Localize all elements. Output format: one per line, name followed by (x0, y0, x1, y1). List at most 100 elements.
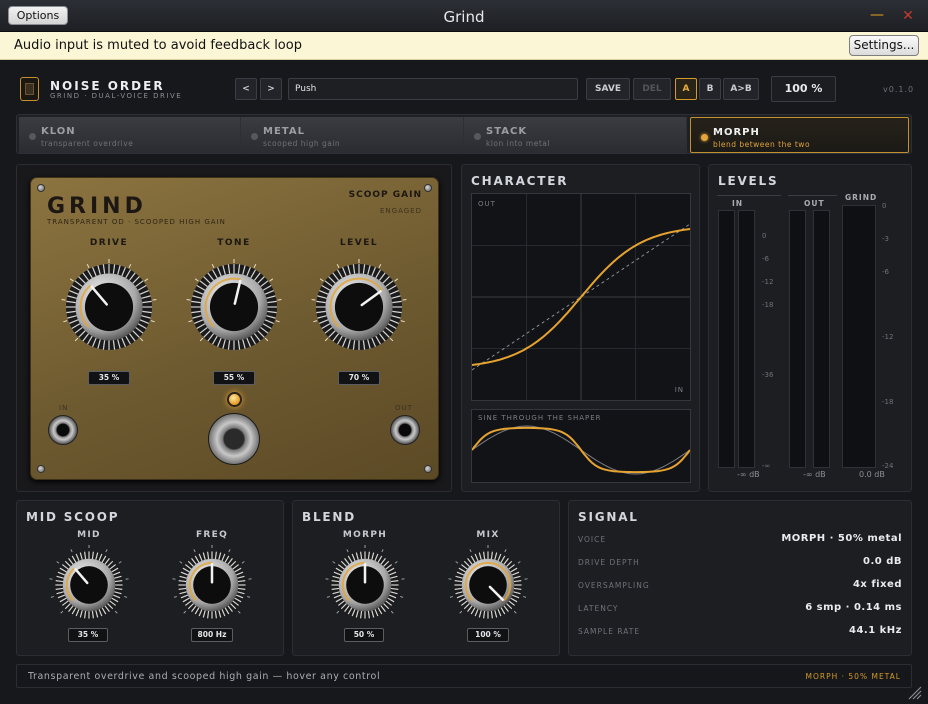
voice-state: MORPH · 50% METAL (805, 672, 901, 681)
voice-tab-morph[interactable]: MORPH blend between the two (690, 117, 909, 153)
signal-panel: SIGNAL VOICE MORPH · 50% metal DRIVE DEP… (568, 500, 912, 656)
out-meter-label: OUT (804, 199, 825, 208)
signal-key: VOICE (578, 535, 607, 544)
knob-dial (325, 545, 405, 619)
character-title: CHARACTER (471, 174, 569, 188)
blend-title: BLEND (302, 510, 356, 524)
voice-dot-icon (474, 133, 481, 140)
mix-value: 100 % (467, 628, 509, 642)
out-level-readout: -∞ dB (803, 470, 826, 479)
mid-knob[interactable] (47, 543, 131, 631)
mute-notice-bar: Audio input is muted to avoid feedback l… (0, 32, 928, 60)
levels-title: LEVELS (718, 174, 779, 188)
close-icon[interactable]: ✕ (900, 8, 916, 24)
voice-tab-klon[interactable]: KLON transparent overdrive (19, 117, 241, 153)
signal-row-latency: LATENCY 6 smp · 0.14 ms (578, 601, 902, 617)
out-axis-label: OUT (478, 200, 496, 208)
in-level-readout: -∞ dB (737, 470, 760, 479)
levels-panel: LEVELS IN OUT GRIND 0 -6 -12 -18 -36 -∞ … (708, 164, 912, 492)
knob-dial (311, 259, 407, 350)
in-meter-left (718, 210, 735, 468)
scale-tick: -∞ (762, 462, 771, 470)
prev-preset-button[interactable]: < (235, 78, 257, 100)
slot-a-button[interactable]: A (675, 78, 697, 100)
voice-name: KLON (41, 126, 76, 137)
minimize-icon[interactable]: — (869, 8, 885, 24)
delete-button[interactable]: DEL (633, 78, 671, 100)
out-meter-left (789, 210, 806, 468)
drive-label: DRIVE (89, 238, 129, 248)
scale-tick: -3 (882, 235, 889, 243)
voice-dot-icon (29, 133, 36, 140)
signal-key: OVERSAMPLING (578, 581, 650, 590)
morph-value: 50 % (344, 628, 384, 642)
signal-value: 4x fixed (852, 579, 902, 590)
voice-dot-icon (701, 134, 708, 141)
morph-knob[interactable] (323, 543, 407, 631)
resize-grip-icon[interactable] (906, 684, 922, 700)
grind-level-readout: 0.0 dB (859, 470, 885, 479)
mix-knob[interactable] (446, 543, 530, 631)
scale-tick: -6 (762, 255, 769, 263)
scale-tick: -12 (882, 333, 894, 341)
footswitch-button[interactable] (208, 413, 260, 465)
screw-icon (424, 465, 432, 473)
brand-name: NOISE ORDER (50, 79, 165, 93)
version-label: v0.1.0 (883, 85, 915, 94)
next-preset-button[interactable]: > (260, 78, 282, 100)
voice-description: transparent overdrive (41, 139, 134, 148)
knob-dial (61, 259, 157, 350)
drive-knob[interactable] (59, 257, 159, 361)
signal-key: SAMPLE RATE (578, 627, 641, 636)
bypass-led-icon (227, 392, 242, 407)
voice-description: klon into metal (486, 139, 550, 148)
scale-tick: -18 (762, 301, 774, 309)
voice-name: STACK (486, 126, 528, 137)
plugin-window: Options Grind — ✕ Audio input is muted t… (0, 0, 928, 704)
level-value: 70 % (338, 371, 380, 385)
scale-tick: -18 (882, 398, 894, 406)
scoop-gain-state: ENGAGED (380, 207, 422, 215)
signal-row-sample-rate: SAMPLE RATE 44.1 kHz (578, 624, 902, 640)
scoop-gain-label[interactable]: SCOOP GAIN (349, 190, 422, 200)
voice-tab-stack[interactable]: STACK klon into metal (464, 117, 687, 153)
freq-label: FREQ (195, 530, 229, 540)
morph-label: MORPH (342, 530, 388, 540)
scale-tick: 0 (882, 202, 887, 210)
preset-name-field[interactable]: Push (288, 78, 578, 100)
scale-tick: -12 (762, 278, 774, 286)
scale-tick: -36 (762, 371, 774, 379)
copy-a-to-b-button[interactable]: A>B (723, 78, 759, 100)
scale-tick: -6 (882, 268, 889, 276)
screw-icon (37, 465, 45, 473)
output-jack-icon (390, 415, 420, 445)
signal-value: 0.0 dB (863, 556, 902, 567)
settings-button[interactable]: Settings... (849, 35, 919, 56)
voice-name: MORPH (713, 127, 760, 138)
in-axis-label: IN (674, 386, 684, 394)
transfer-curve-plot (471, 194, 691, 400)
mid-scoop-panel: MID SCOOP MID FREQ 35 % 800 Hz (16, 500, 284, 656)
voice-selector: KLON transparent overdrive METAL scooped… (16, 114, 912, 154)
signal-value: MORPH · 50% metal (781, 533, 902, 544)
knob-dial (186, 259, 282, 350)
blend-panel: BLEND MORPH MIX 50 % 100 % (292, 500, 560, 656)
slot-b-button[interactable]: B (699, 78, 721, 100)
in-meter-right (738, 210, 755, 468)
mid-value: 35 % (68, 628, 108, 642)
tone-label: TONE (217, 238, 251, 248)
signal-key: DRIVE DEPTH (578, 558, 640, 567)
level-knob[interactable] (309, 257, 409, 361)
input-jack-icon (48, 415, 78, 445)
window-title: Grind (443, 8, 485, 26)
tone-knob[interactable] (184, 257, 284, 361)
drive-value: 35 % (88, 371, 130, 385)
screw-icon (37, 184, 45, 192)
voice-tab-metal[interactable]: METAL scooped high gain (241, 117, 464, 153)
save-button[interactable]: SAVE (586, 78, 630, 100)
freq-knob[interactable] (170, 543, 254, 631)
zoom-level[interactable]: 100 % (771, 76, 836, 102)
knob-dial (448, 545, 528, 619)
voice-dot-icon (251, 133, 258, 140)
signal-value: 6 smp · 0.14 ms (805, 602, 902, 613)
